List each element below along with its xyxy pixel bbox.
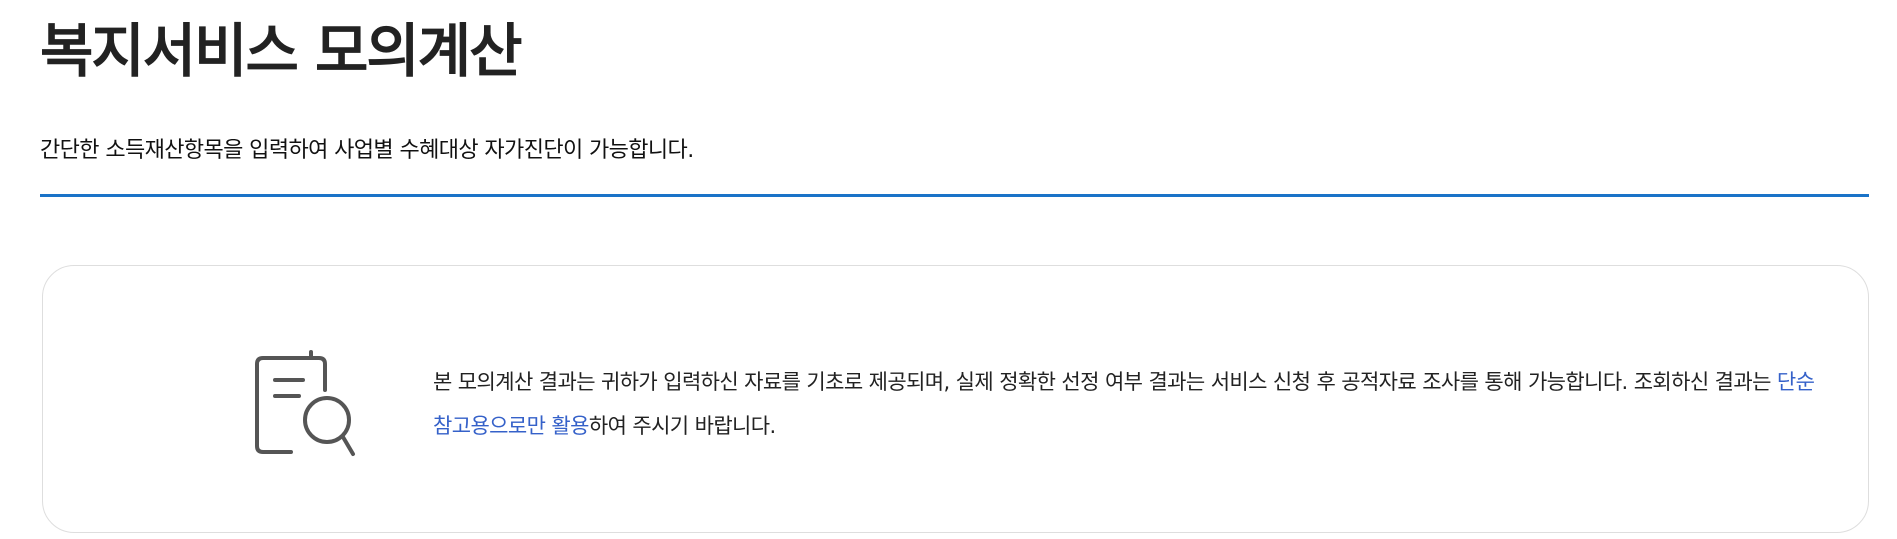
page: 복지서비스 모의계산 간단한 소득재산항목을 입력하여 사업별 수혜대상 자가진…	[0, 0, 1897, 539]
notice-text: 본 모의계산 결과는 귀하가 입력하신 자료를 기초로 제공되며, 실제 정확한…	[433, 360, 1833, 448]
notice-text-part1: 본 모의계산 결과는 귀하가 입력하신 자료를 기초로 제공되며, 실제 정확한…	[433, 370, 1777, 394]
title-divider	[40, 194, 1869, 197]
page-title: 복지서비스 모의계산	[40, 17, 522, 85]
notice-box: 본 모의계산 결과는 귀하가 입력하신 자료를 기초로 제공되며, 실제 정확한…	[42, 265, 1869, 533]
notice-text-part2: 하여 주시기 바랍니다.	[588, 414, 776, 438]
page-subtitle: 간단한 소득재산항목을 입력하여 사업별 수혜대상 자가진단이 가능합니다.	[40, 138, 694, 163]
document-search-icon	[249, 350, 361, 462]
